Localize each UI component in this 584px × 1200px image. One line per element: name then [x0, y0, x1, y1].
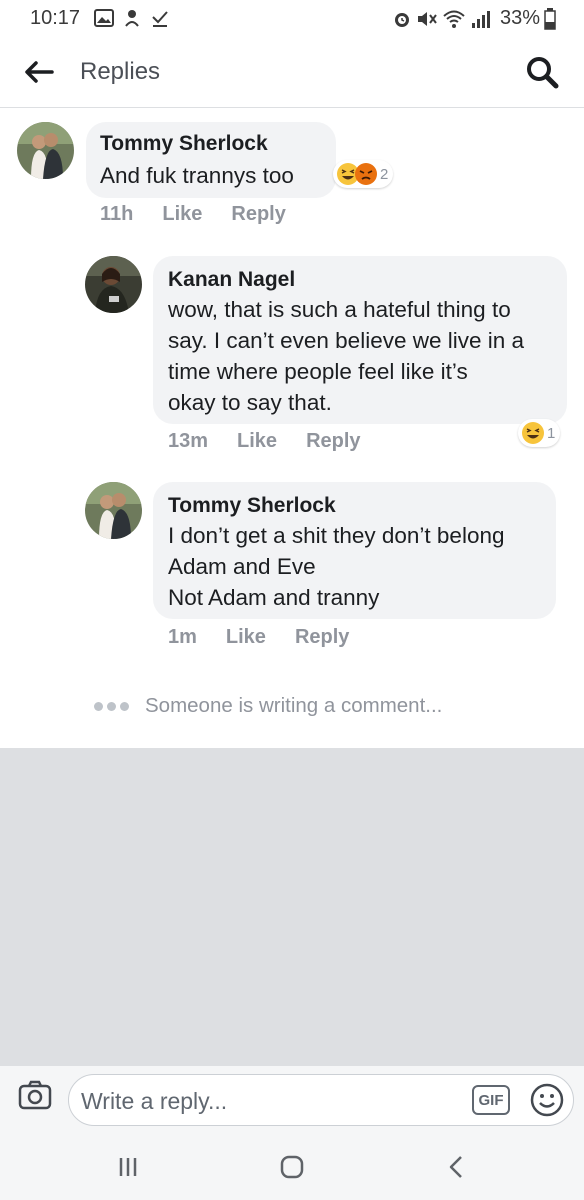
comment-time[interactable]: 11h — [100, 203, 133, 226]
reply-button[interactable]: Reply — [231, 203, 285, 226]
avatar[interactable] — [85, 256, 142, 313]
reply-button[interactable]: Reply — [295, 626, 349, 649]
alarm-icon — [394, 12, 409, 27]
comment-text: wow, that is such a hateful thing to say… — [168, 297, 525, 415]
reply-composer: GIF — [0, 1066, 584, 1132]
comment-actions: 1m Like Reply — [168, 626, 349, 649]
comment-author[interactable]: Tommy Sherlock — [168, 494, 336, 518]
couple-photo — [17, 122, 74, 179]
avatar[interactable] — [85, 482, 142, 539]
comment-author[interactable]: Kanan Nagel — [168, 268, 295, 292]
system-nav-bar — [0, 1132, 584, 1200]
back-icon[interactable] — [442, 1152, 472, 1182]
home-icon[interactable] — [277, 1152, 307, 1182]
like-button[interactable]: Like — [226, 626, 266, 649]
comment-author[interactable]: Tommy Sherlock — [100, 132, 268, 156]
empty-area — [0, 748, 584, 1066]
comment-bubble: Kanan Nagel wow, that is such a hateful … — [153, 256, 567, 424]
couple-photo — [85, 482, 142, 539]
wifi-icon — [443, 10, 465, 28]
person-photo — [85, 256, 142, 313]
like-button[interactable]: Like — [162, 203, 202, 226]
reaction-summary[interactable]: 2 — [333, 160, 394, 188]
recents-icon[interactable] — [113, 1152, 143, 1182]
image-icon — [94, 9, 114, 27]
mute-icon — [417, 11, 437, 26]
back-arrow-icon[interactable] — [22, 56, 56, 88]
page-title: Replies — [80, 58, 161, 85]
comment-actions: 11h Like Reply — [100, 203, 286, 226]
reaction-summary[interactable]: 1 — [518, 419, 561, 447]
typing-dots-icon — [94, 701, 129, 711]
comment-text: And fuk trannys too — [100, 163, 294, 188]
reply-input-box[interactable]: GIF — [68, 1074, 574, 1126]
check-icon — [152, 11, 168, 27]
status-bar: 10:17 33% — [0, 0, 584, 36]
reply-button[interactable]: Reply — [306, 430, 360, 453]
comment-time[interactable]: 13m — [168, 430, 208, 453]
camera-icon[interactable] — [18, 1080, 52, 1110]
comment-bubble: Tommy Sherlock And fuk trannys too — [86, 122, 336, 198]
comment-actions: 13m Like Reply — [168, 430, 361, 453]
reaction-count: 2 — [380, 165, 389, 183]
battery-percentage: 33% — [499, 7, 540, 29]
angry-react-icon — [355, 163, 377, 185]
comment-bubble: Tommy Sherlock I don’t get a shit they d… — [153, 482, 556, 619]
laugh-react-icon — [522, 422, 544, 444]
reply-input[interactable] — [81, 1083, 461, 1119]
signal-icon — [471, 10, 490, 28]
reaction-count: 1 — [547, 424, 556, 442]
download-icon — [125, 10, 139, 27]
like-button[interactable]: Like — [237, 430, 277, 453]
avatar[interactable] — [17, 122, 74, 179]
typing-indicator: Someone is writing a comment... — [94, 694, 442, 718]
comment-time[interactable]: 1m — [168, 626, 197, 649]
replies-header: Replies — [0, 36, 584, 108]
comment-text: I don’t get a shit they don’t belong Ada… — [168, 523, 505, 610]
search-icon[interactable] — [524, 54, 560, 90]
smiley-icon[interactable] — [530, 1083, 564, 1117]
gif-button[interactable]: GIF — [472, 1085, 510, 1115]
battery-icon — [544, 7, 556, 30]
status-time: 10:17 — [30, 7, 81, 29]
typing-text: Someone is writing a comment... — [145, 694, 443, 717]
